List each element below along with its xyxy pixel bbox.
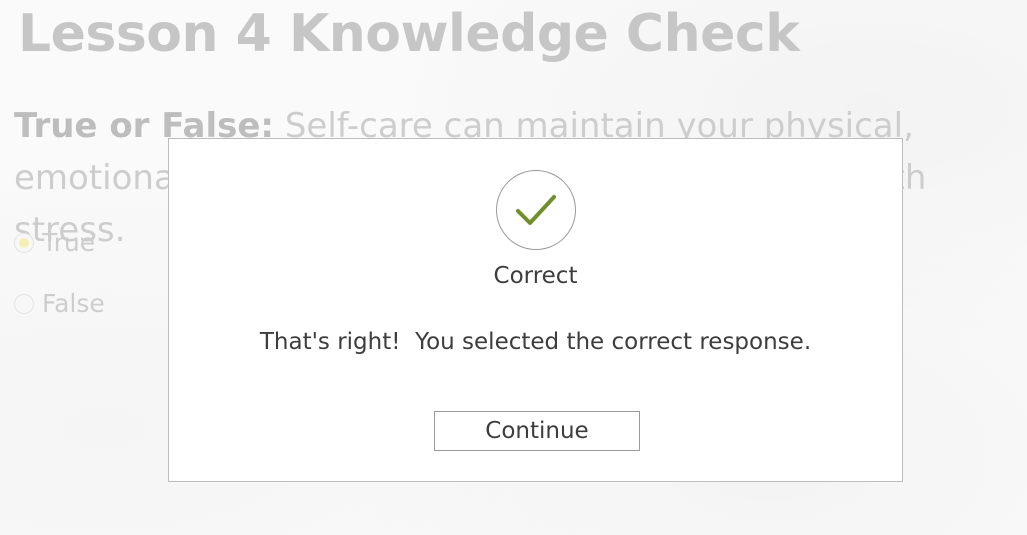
result-title: Correct	[493, 263, 578, 289]
checkmark-icon	[496, 170, 576, 250]
continue-button[interactable]: Continue	[434, 411, 640, 451]
feedback-dialog: Correct That's right! You selected the c…	[168, 138, 903, 482]
result-message: That's right! You selected the correct r…	[259, 329, 812, 355]
